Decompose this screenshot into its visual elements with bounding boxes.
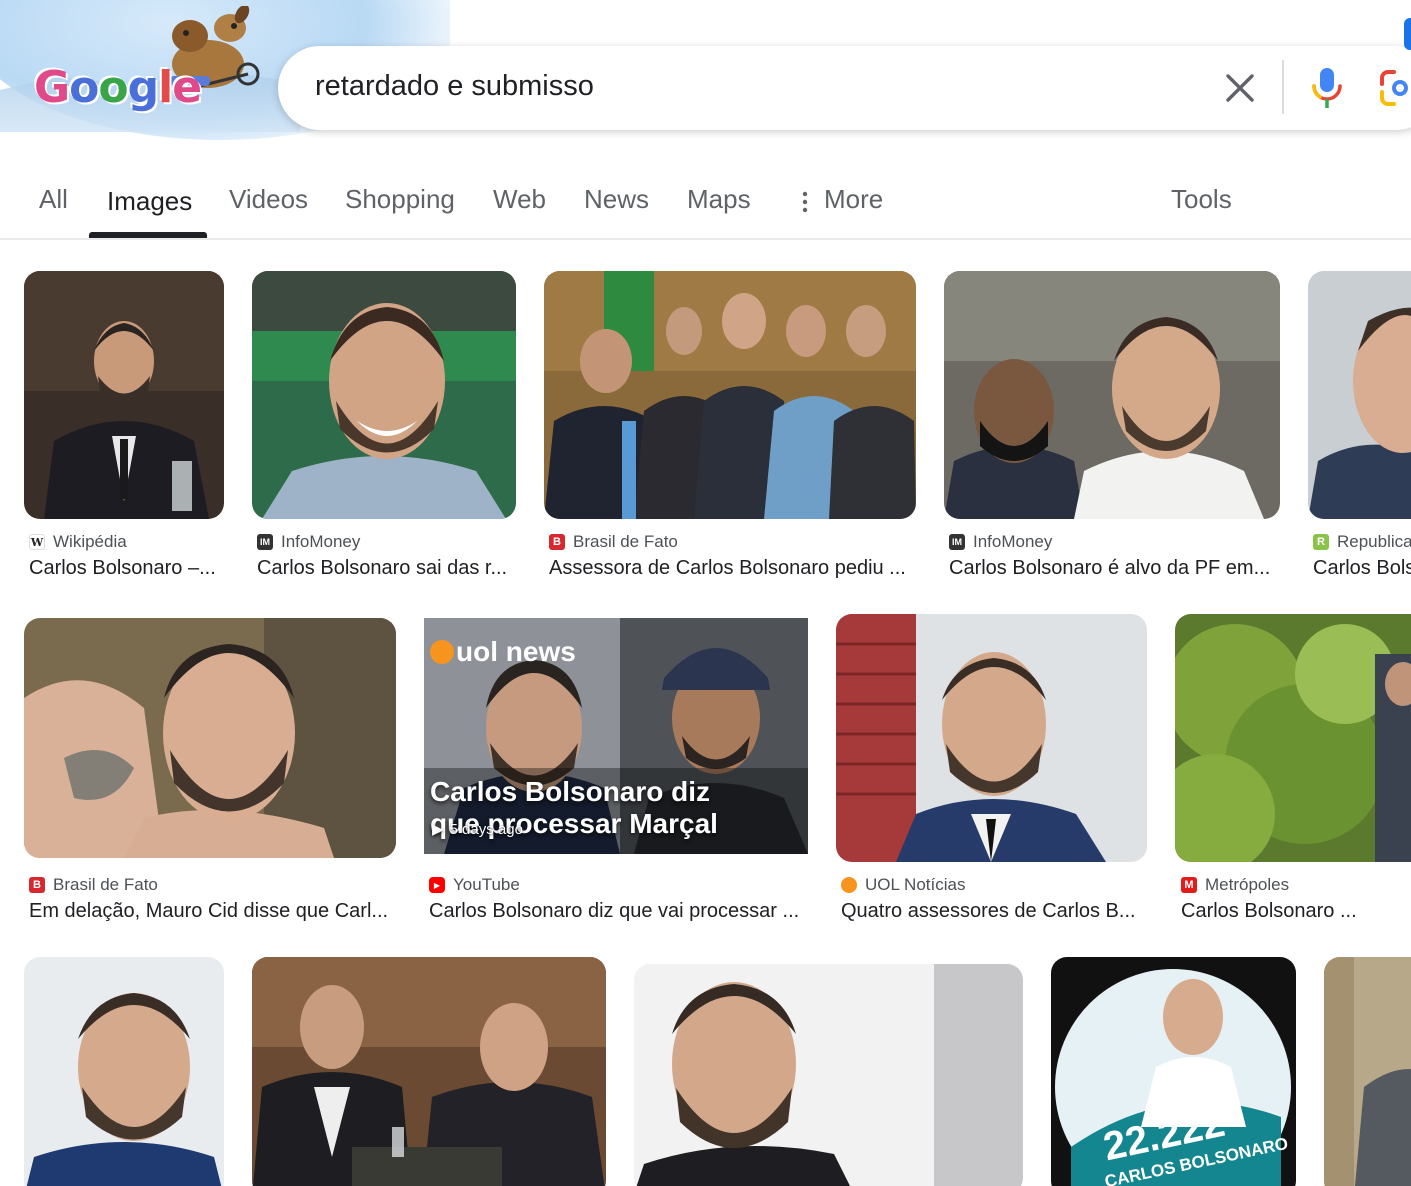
youtube-icon: ▶ (429, 877, 445, 893)
source-name: Brasil de Fato (573, 532, 678, 551)
source-name: InfoMoney (973, 532, 1053, 551)
source-name: InfoMoney (281, 532, 361, 551)
result-image[interactable] (1175, 614, 1411, 862)
uol-icon: ● (841, 877, 857, 893)
result-title[interactable]: Carlos Bolsonaro –... (29, 557, 221, 580)
brasil-de-fato-icon: B (549, 534, 565, 550)
result-image[interactable] (252, 271, 516, 519)
wikipedia-icon: W (29, 534, 45, 550)
video-overlay-title: Carlos Bolsonaro diz (430, 776, 711, 807)
metropoles-icon: M (1181, 877, 1197, 893)
result-source[interactable]: W Wikipédia (29, 532, 127, 552)
search-input[interactable]: retardado e submisso (315, 70, 594, 103)
tab-videos[interactable]: Videos (229, 184, 308, 215)
close-icon[interactable] (1222, 70, 1258, 106)
tab-all[interactable]: All (39, 184, 68, 215)
result-image[interactable] (944, 271, 1280, 519)
result-source[interactable]: ▶ YouTube (429, 875, 520, 895)
video-age-badge: ▶ 5 days ago (432, 820, 523, 839)
account-button-edge[interactable] (1404, 18, 1411, 50)
result-title[interactable]: Quatro assessores de Carlos B... (841, 900, 1146, 923)
microphone-icon[interactable] (1310, 66, 1344, 110)
result-image[interactable] (1308, 271, 1411, 519)
result-title[interactable]: Assessora de Carlos Bolsonaro pediu ... (549, 557, 915, 580)
source-name: UOL Notícias (865, 875, 966, 894)
tab-shopping[interactable]: Shopping (345, 184, 455, 215)
source-name: Brasil de Fato (53, 875, 158, 894)
search-divider (1282, 60, 1284, 114)
result-source[interactable]: B Brasil de Fato (29, 875, 158, 895)
video-age: 5 days ago (449, 820, 523, 838)
result-image[interactable] (1324, 957, 1411, 1186)
result-title[interactable]: Carlos Bolsonaro diz que vai processar .… (429, 900, 807, 923)
result-video-thumbnail[interactable]: uol news Carlos Bolsonaro diz que proces… (424, 618, 808, 854)
active-tab-indicator (89, 232, 207, 238)
result-source[interactable]: R Republica (1313, 532, 1411, 552)
result-image[interactable] (544, 271, 916, 519)
play-icon: ▶ (432, 821, 444, 838)
tools-button[interactable]: Tools (1171, 184, 1232, 215)
result-image[interactable] (24, 957, 224, 1186)
tab-more[interactable]: More (824, 184, 883, 215)
result-image[interactable] (24, 618, 396, 858)
tab-images[interactable]: Images (107, 186, 192, 217)
header: Google retardado e submisso (0, 0, 1411, 150)
source-name: Wikipédia (53, 532, 127, 551)
result-source[interactable]: B Brasil de Fato (549, 532, 678, 552)
google-lens-icon[interactable] (1378, 70, 1411, 106)
uol-news-logo: uol news (430, 636, 576, 668)
result-source[interactable]: IM InfoMoney (949, 532, 1052, 552)
result-title[interactable]: Carlos Bolsonaro sai das r... (257, 557, 515, 580)
tab-news[interactable]: News (584, 184, 649, 215)
source-name: Republica (1337, 532, 1411, 551)
source-name: YouTube (453, 875, 520, 894)
result-image[interactable]: 22.222 CARLOS BOLSONARO (1051, 957, 1296, 1186)
result-source[interactable]: ● UOL Notícias (841, 875, 965, 895)
result-image[interactable] (24, 271, 224, 519)
result-source[interactable]: M Metrópoles (1181, 875, 1289, 895)
tab-web[interactable]: Web (493, 184, 546, 215)
search-box[interactable]: retardado e submisso (278, 46, 1411, 130)
result-image[interactable] (634, 964, 1023, 1186)
result-title[interactable]: Em delação, Mauro Cid disse que Carl... (29, 900, 395, 923)
result-image[interactable] (836, 614, 1147, 862)
more-vert-icon[interactable] (801, 191, 809, 213)
result-title[interactable]: Carlos Bolsonaro ... (1181, 900, 1409, 923)
result-source[interactable]: IM InfoMoney (257, 532, 360, 552)
result-image[interactable] (252, 957, 606, 1186)
google-logo[interactable]: Google (34, 62, 202, 113)
tab-maps[interactable]: Maps (687, 184, 751, 215)
brasil-de-fato-icon: B (29, 877, 45, 893)
infomoney-icon: IM (949, 534, 965, 550)
republica-icon: R (1313, 534, 1329, 550)
source-name: Metrópoles (1205, 875, 1290, 894)
infomoney-icon: IM (257, 534, 273, 550)
result-title[interactable]: Carlos Bols (1313, 557, 1411, 580)
result-title[interactable]: Carlos Bolsonaro é alvo da PF em... (949, 557, 1279, 580)
